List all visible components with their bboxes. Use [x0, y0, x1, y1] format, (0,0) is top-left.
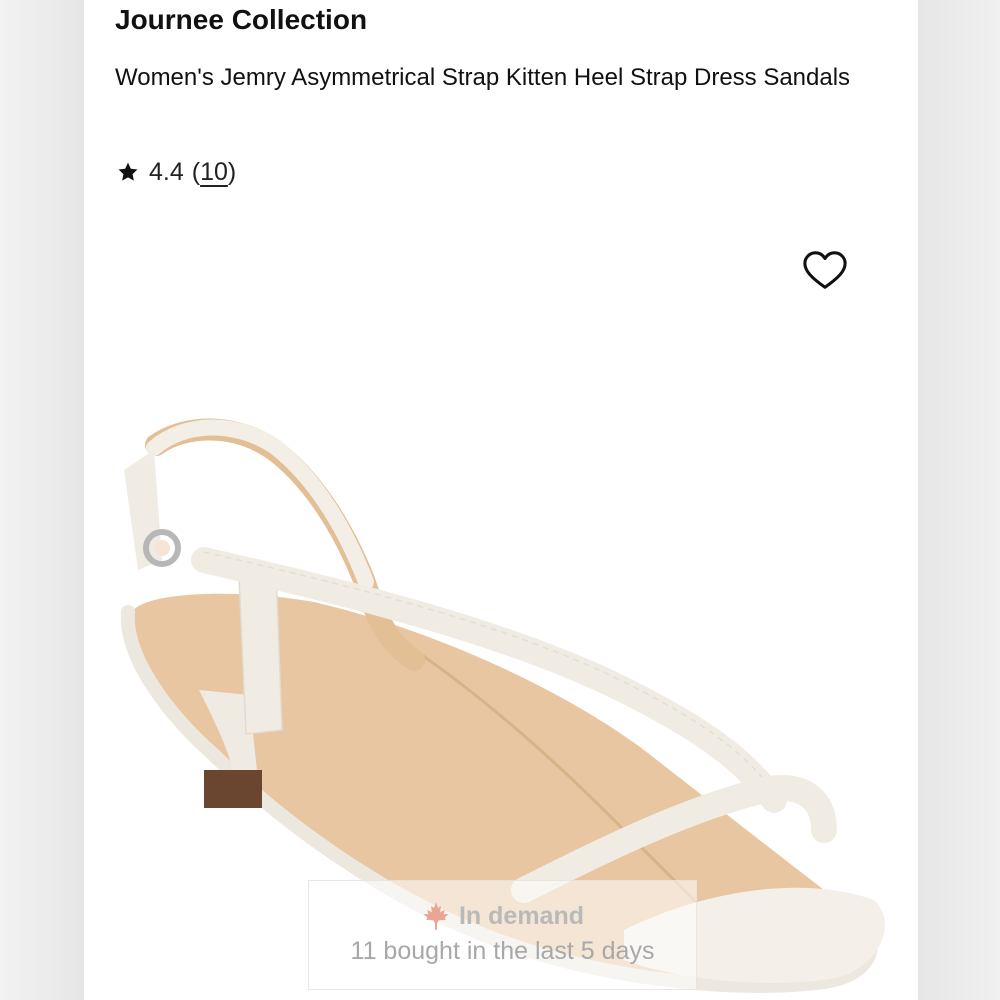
left-margin	[0, 0, 84, 1000]
close-paren: )	[227, 157, 237, 186]
product-title: Women's Jemry Asymmetrical Strap Kitten …	[115, 64, 851, 91]
product-rating[interactable]: 4.4 (10)	[117, 154, 236, 190]
brand-name[interactable]: Journee Collection	[115, 4, 367, 36]
product-panel: Journee Collection Women's Jemry Asymmet…	[84, 0, 918, 1000]
maple-leaf-icon	[423, 902, 449, 930]
rating-value: 4.4	[149, 157, 184, 186]
review-count[interactable]: (10)	[192, 158, 236, 187]
heart-icon	[803, 251, 847, 289]
badge-headline: In demand	[458, 901, 584, 930]
star-icon	[118, 162, 138, 181]
in-demand-badge: In demand 11 bought in the last 5 days	[308, 880, 697, 990]
review-count-number[interactable]: 10	[200, 158, 228, 186]
open-paren: (	[191, 157, 201, 186]
favorite-button[interactable]	[802, 248, 848, 294]
right-margin	[918, 0, 1000, 1000]
badge-subtext: 11 bought in the last 5 days	[350, 937, 655, 965]
